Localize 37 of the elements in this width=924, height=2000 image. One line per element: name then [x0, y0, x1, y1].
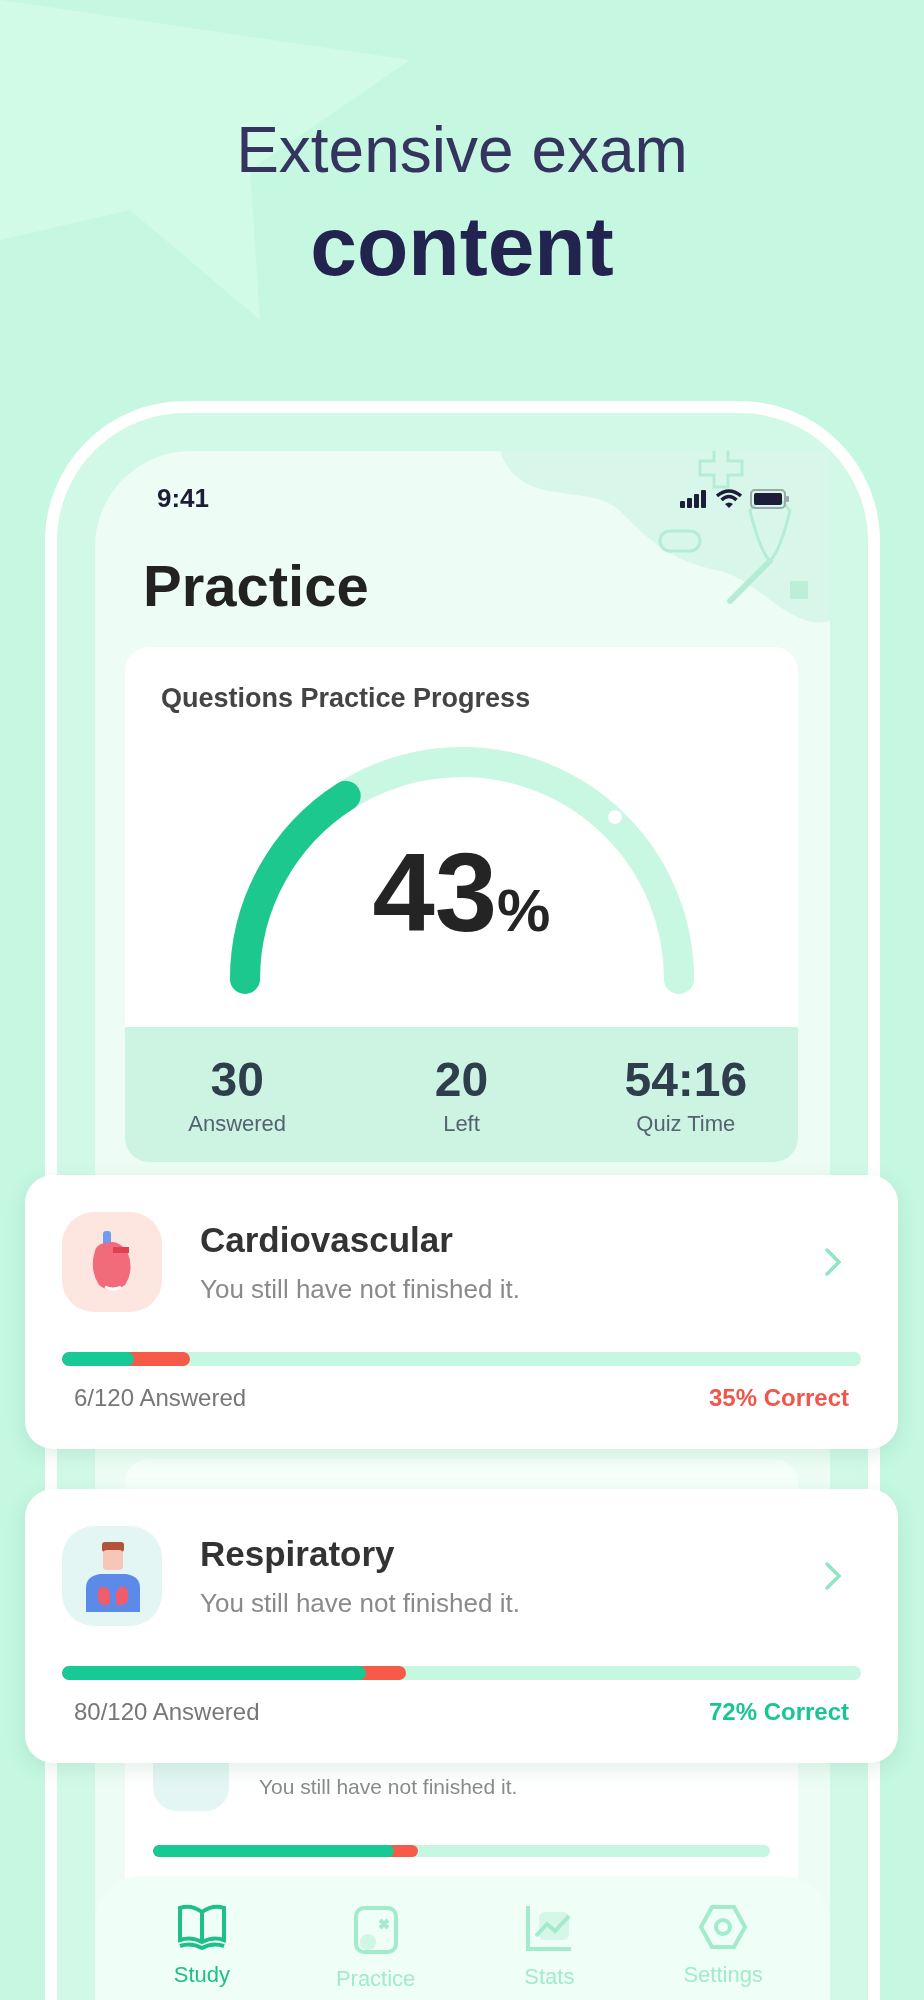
battery-icon — [750, 488, 790, 509]
book-icon — [176, 1904, 227, 1950]
card-title: Questions Practice Progress — [160, 682, 532, 715]
correct-rate: 72% Correct — [708, 1698, 849, 1726]
topic-status: You still have not finished it. — [259, 1775, 518, 1799]
percent-value: 43% — [372, 837, 551, 949]
tab[interactable]: Stats — [474, 1904, 625, 2000]
status-time: 9:41 — [157, 483, 210, 514]
answered-count: 80/120 Answered — [74, 1698, 260, 1726]
chevron-right-icon — [825, 1248, 841, 1276]
tab[interactable]: Study — [126, 1904, 277, 2000]
topic-status: You still have not finished it. — [200, 1273, 521, 1305]
tab[interactable]: Settings — [648, 1904, 799, 2000]
settings-icon — [698, 1904, 749, 1950]
topic-name: Respiratory — [200, 1533, 396, 1574]
stat-value: 54:16 — [624, 1052, 748, 1107]
stat-label: Quiz Time — [636, 1111, 736, 1137]
chevron-right-icon — [825, 1562, 841, 1590]
correct-rate: 35% Correct — [708, 1384, 849, 1412]
page-title: Practice — [143, 552, 370, 619]
tab[interactable]: Practice — [300, 1904, 451, 2000]
topic-card[interactable]: Respiratory You still have not finished it. 80/120 Answered 72% Correct — [25, 1489, 898, 1763]
chart-icon — [525, 1904, 574, 1952]
stat-value: 30 — [210, 1052, 264, 1107]
topic-status: You still have not finished it. — [200, 1587, 521, 1619]
headline: content — [309, 204, 615, 288]
stat-label: Answered — [188, 1111, 287, 1137]
stat-label: Left — [443, 1111, 480, 1137]
card-icon — [353, 1904, 398, 1954]
answered-count: 6/120 Answered — [74, 1384, 247, 1412]
signal-icon — [680, 489, 708, 508]
topic-name: Cardiovascular — [200, 1219, 454, 1260]
topic-card[interactable]: Cardiovascular You still have not finished it. 6/120 Answered 35% Correct — [25, 1175, 898, 1449]
headline: Extensive exam — [235, 118, 689, 182]
topic-card[interactable]: You still have not finished it. — [125, 1763, 798, 1880]
wifi-icon — [716, 489, 742, 508]
stat-value: 20 — [434, 1052, 489, 1107]
